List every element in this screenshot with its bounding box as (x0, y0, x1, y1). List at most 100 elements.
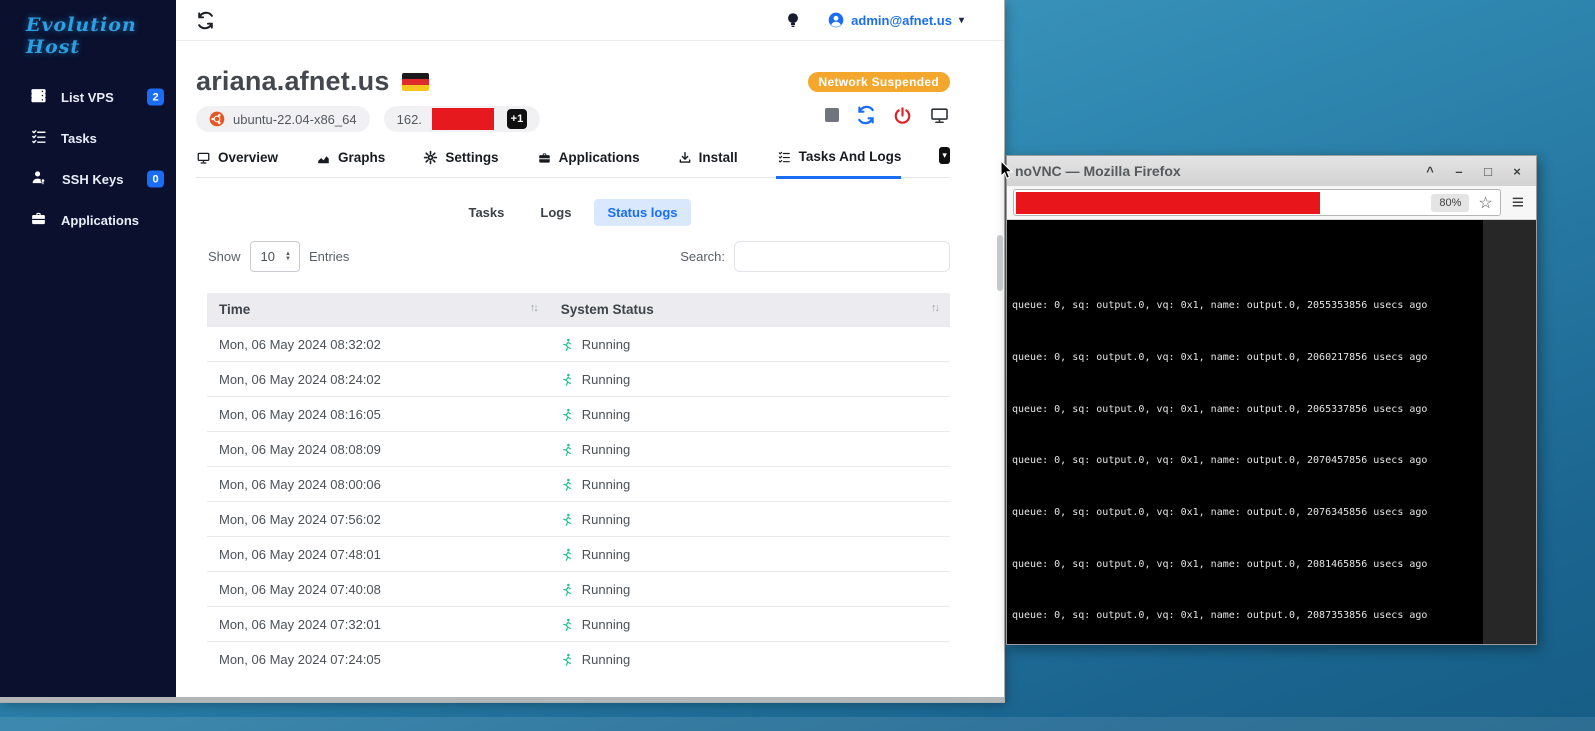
tab-applications[interactable]: Applications (537, 150, 640, 177)
download-icon (678, 151, 692, 165)
table-controls: Show 10 ▲ ▼ Entries Search: (196, 241, 950, 272)
table-row: Mon, 06 May 2024 08:08:09 Running (207, 432, 950, 467)
terminal-line: queue: 0, sq: output.0, vq: 0x1, name: o… (1012, 352, 1536, 365)
minimize-button[interactable]: – (1452, 164, 1466, 179)
status-label: Running (582, 477, 630, 492)
maximize-button[interactable]: □ (1481, 164, 1495, 179)
table-row: Mon, 06 May 2024 08:32:02 Running (207, 327, 950, 362)
sidebar-item-label: Tasks (61, 131, 97, 146)
ubuntu-logo-icon (209, 111, 225, 127)
user-circle-icon (828, 12, 844, 28)
novnc-terminal[interactable]: queue: 0, sq: output.0, vq: 0x1, name: o… (1007, 220, 1536, 644)
running-icon (561, 408, 574, 422)
time-cell: Mon, 06 May 2024 07:24:05 (207, 642, 549, 677)
app-logo: Evolution Host (0, 10, 176, 78)
status-label: Running (582, 582, 630, 597)
subtab-status-logs[interactable]: Status logs (594, 199, 690, 226)
collapse-button[interactable]: ^ (1423, 164, 1437, 179)
chevron-down-icon: ▾ (942, 150, 947, 161)
sidebar-item-label: SSH Keys (62, 172, 123, 187)
show-label: Show (208, 249, 241, 264)
reboot-button[interactable] (856, 105, 876, 125)
status-label: Running (582, 512, 630, 527)
bookmark-star-icon[interactable]: ☆ (1478, 193, 1492, 213)
terminal-line: queue: 0, sq: output.0, vq: 0x1, name: o… (1012, 559, 1536, 572)
log-subtabs: Tasks Logs Status logs (196, 199, 950, 226)
sidebar-item-tasks[interactable]: Tasks (0, 119, 176, 157)
gear-icon (423, 150, 438, 165)
terminal-line: queue: 0, sq: output.0, vq: 0x1, name: o… (1012, 610, 1536, 623)
firefox-titlebar[interactable]: noVNC — Mozilla Firefox ^ – □ × (1007, 156, 1536, 186)
more-ips-badge[interactable]: +1 (507, 109, 527, 129)
console-button[interactable] (929, 106, 950, 125)
running-icon (561, 583, 574, 597)
topbar: admin@afnet.us ▾ (176, 0, 1004, 41)
account-menu[interactable]: admin@afnet.us ▾ (828, 12, 964, 28)
vertical-scrollbar[interactable] (997, 235, 1003, 291)
sidebar: Evolution Host List VPS 2 Tasks SSH Keys… (0, 0, 176, 697)
list-check-icon (776, 150, 792, 164)
entries-select[interactable]: 10 ▲ ▼ (250, 241, 300, 272)
vps-content: ariana.afnet.us ubuntu-22.04-x86_64 162.… (176, 41, 1004, 676)
time-cell: Mon, 06 May 2024 08:24:02 (207, 362, 549, 397)
sidebar-item-label: Applications (61, 213, 139, 228)
terminal-line: queue: 0, sq: output.0, vq: 0x1, name: o… (1012, 404, 1536, 417)
close-button[interactable]: × (1510, 164, 1524, 179)
chevron-down-icon: ▾ (959, 15, 964, 26)
zoom-level-badge[interactable]: 80% (1431, 194, 1469, 212)
refresh-button[interactable] (196, 11, 215, 30)
time-cell: Mon, 06 May 2024 07:56:02 (207, 502, 549, 537)
briefcase-icon (30, 210, 47, 230)
time-cell: Mon, 06 May 2024 08:00:06 (207, 467, 549, 502)
ip-pill: 162. +1 (384, 106, 540, 132)
time-cell: Mon, 06 May 2024 08:16:05 (207, 397, 549, 432)
tab-install[interactable]: Install (678, 150, 738, 177)
column-header-time[interactable]: Time ↑↓ (207, 293, 549, 327)
column-header-system-status[interactable]: System Status ↑↓ (549, 293, 950, 327)
tab-overview[interactable]: Overview (196, 150, 278, 177)
time-cell: Mon, 06 May 2024 07:48:01 (207, 537, 549, 572)
search-label: Search: (680, 249, 725, 264)
page-title: ariana.afnet.us (196, 66, 390, 97)
sidebar-item-ssh-keys[interactable]: SSH Keys 0 (0, 160, 176, 198)
table-row: Mon, 06 May 2024 08:00:06 Running (207, 467, 950, 502)
tab-settings[interactable]: Settings (423, 150, 498, 177)
subtab-logs[interactable]: Logs (527, 199, 584, 226)
evolution-host-window: Evolution Host List VPS 2 Tasks SSH Keys… (0, 0, 1004, 702)
search-input[interactable] (734, 241, 950, 272)
time-cell: Mon, 06 May 2024 08:32:02 (207, 327, 549, 362)
subtab-tasks[interactable]: Tasks (455, 199, 517, 226)
main-area: admin@afnet.us ▾ ariana.afnet.us ubuntu-… (176, 0, 1004, 697)
power-button[interactable] (893, 106, 912, 125)
ip-redaction (432, 108, 494, 130)
running-icon (561, 373, 574, 387)
sidebar-item-applications[interactable]: Applications (0, 201, 176, 239)
monitor-icon (196, 151, 211, 165)
mouse-cursor (1000, 160, 1014, 180)
hamburger-menu-icon[interactable]: ≡ (1512, 192, 1524, 213)
url-bar[interactable]: 80% ☆ (1013, 189, 1501, 216)
status-label: Running (582, 652, 630, 667)
briefcase-icon (537, 151, 552, 165)
status-label: Running (582, 337, 630, 352)
desktop-bottom-strip (0, 717, 1595, 731)
tab-tasks-and-logs[interactable]: Tasks And Logs (776, 149, 902, 179)
os-label: ubuntu-22.04-x86_64 (233, 112, 357, 127)
tab-graphs[interactable]: Graphs (316, 150, 385, 177)
running-icon (561, 478, 574, 492)
task-list-icon (30, 128, 47, 148)
running-icon (561, 653, 574, 667)
status-label: Running (582, 547, 630, 562)
status-label: Running (582, 442, 630, 457)
terminal-line: queue: 0, sq: output.0, vq: 0x1, name: o… (1012, 455, 1536, 468)
terminal-line: queue: 0, sq: output.0, vq: 0x1, name: o… (1012, 507, 1536, 520)
lightbulb-icon[interactable] (786, 11, 800, 30)
vps-count-badge: 2 (147, 89, 164, 106)
more-tabs-button[interactable]: ▾ (939, 147, 950, 164)
terminal-right-margin (1483, 220, 1536, 644)
time-cell: Mon, 06 May 2024 07:40:08 (207, 572, 549, 607)
novnc-firefox-window: noVNC — Mozilla Firefox ^ – □ × 80% ☆ ≡ … (1006, 155, 1537, 645)
sidebar-item-list-vps[interactable]: List VPS 2 (0, 78, 176, 116)
stop-button[interactable] (825, 108, 839, 122)
table-row: Mon, 06 May 2024 08:24:02 Running (207, 362, 950, 397)
